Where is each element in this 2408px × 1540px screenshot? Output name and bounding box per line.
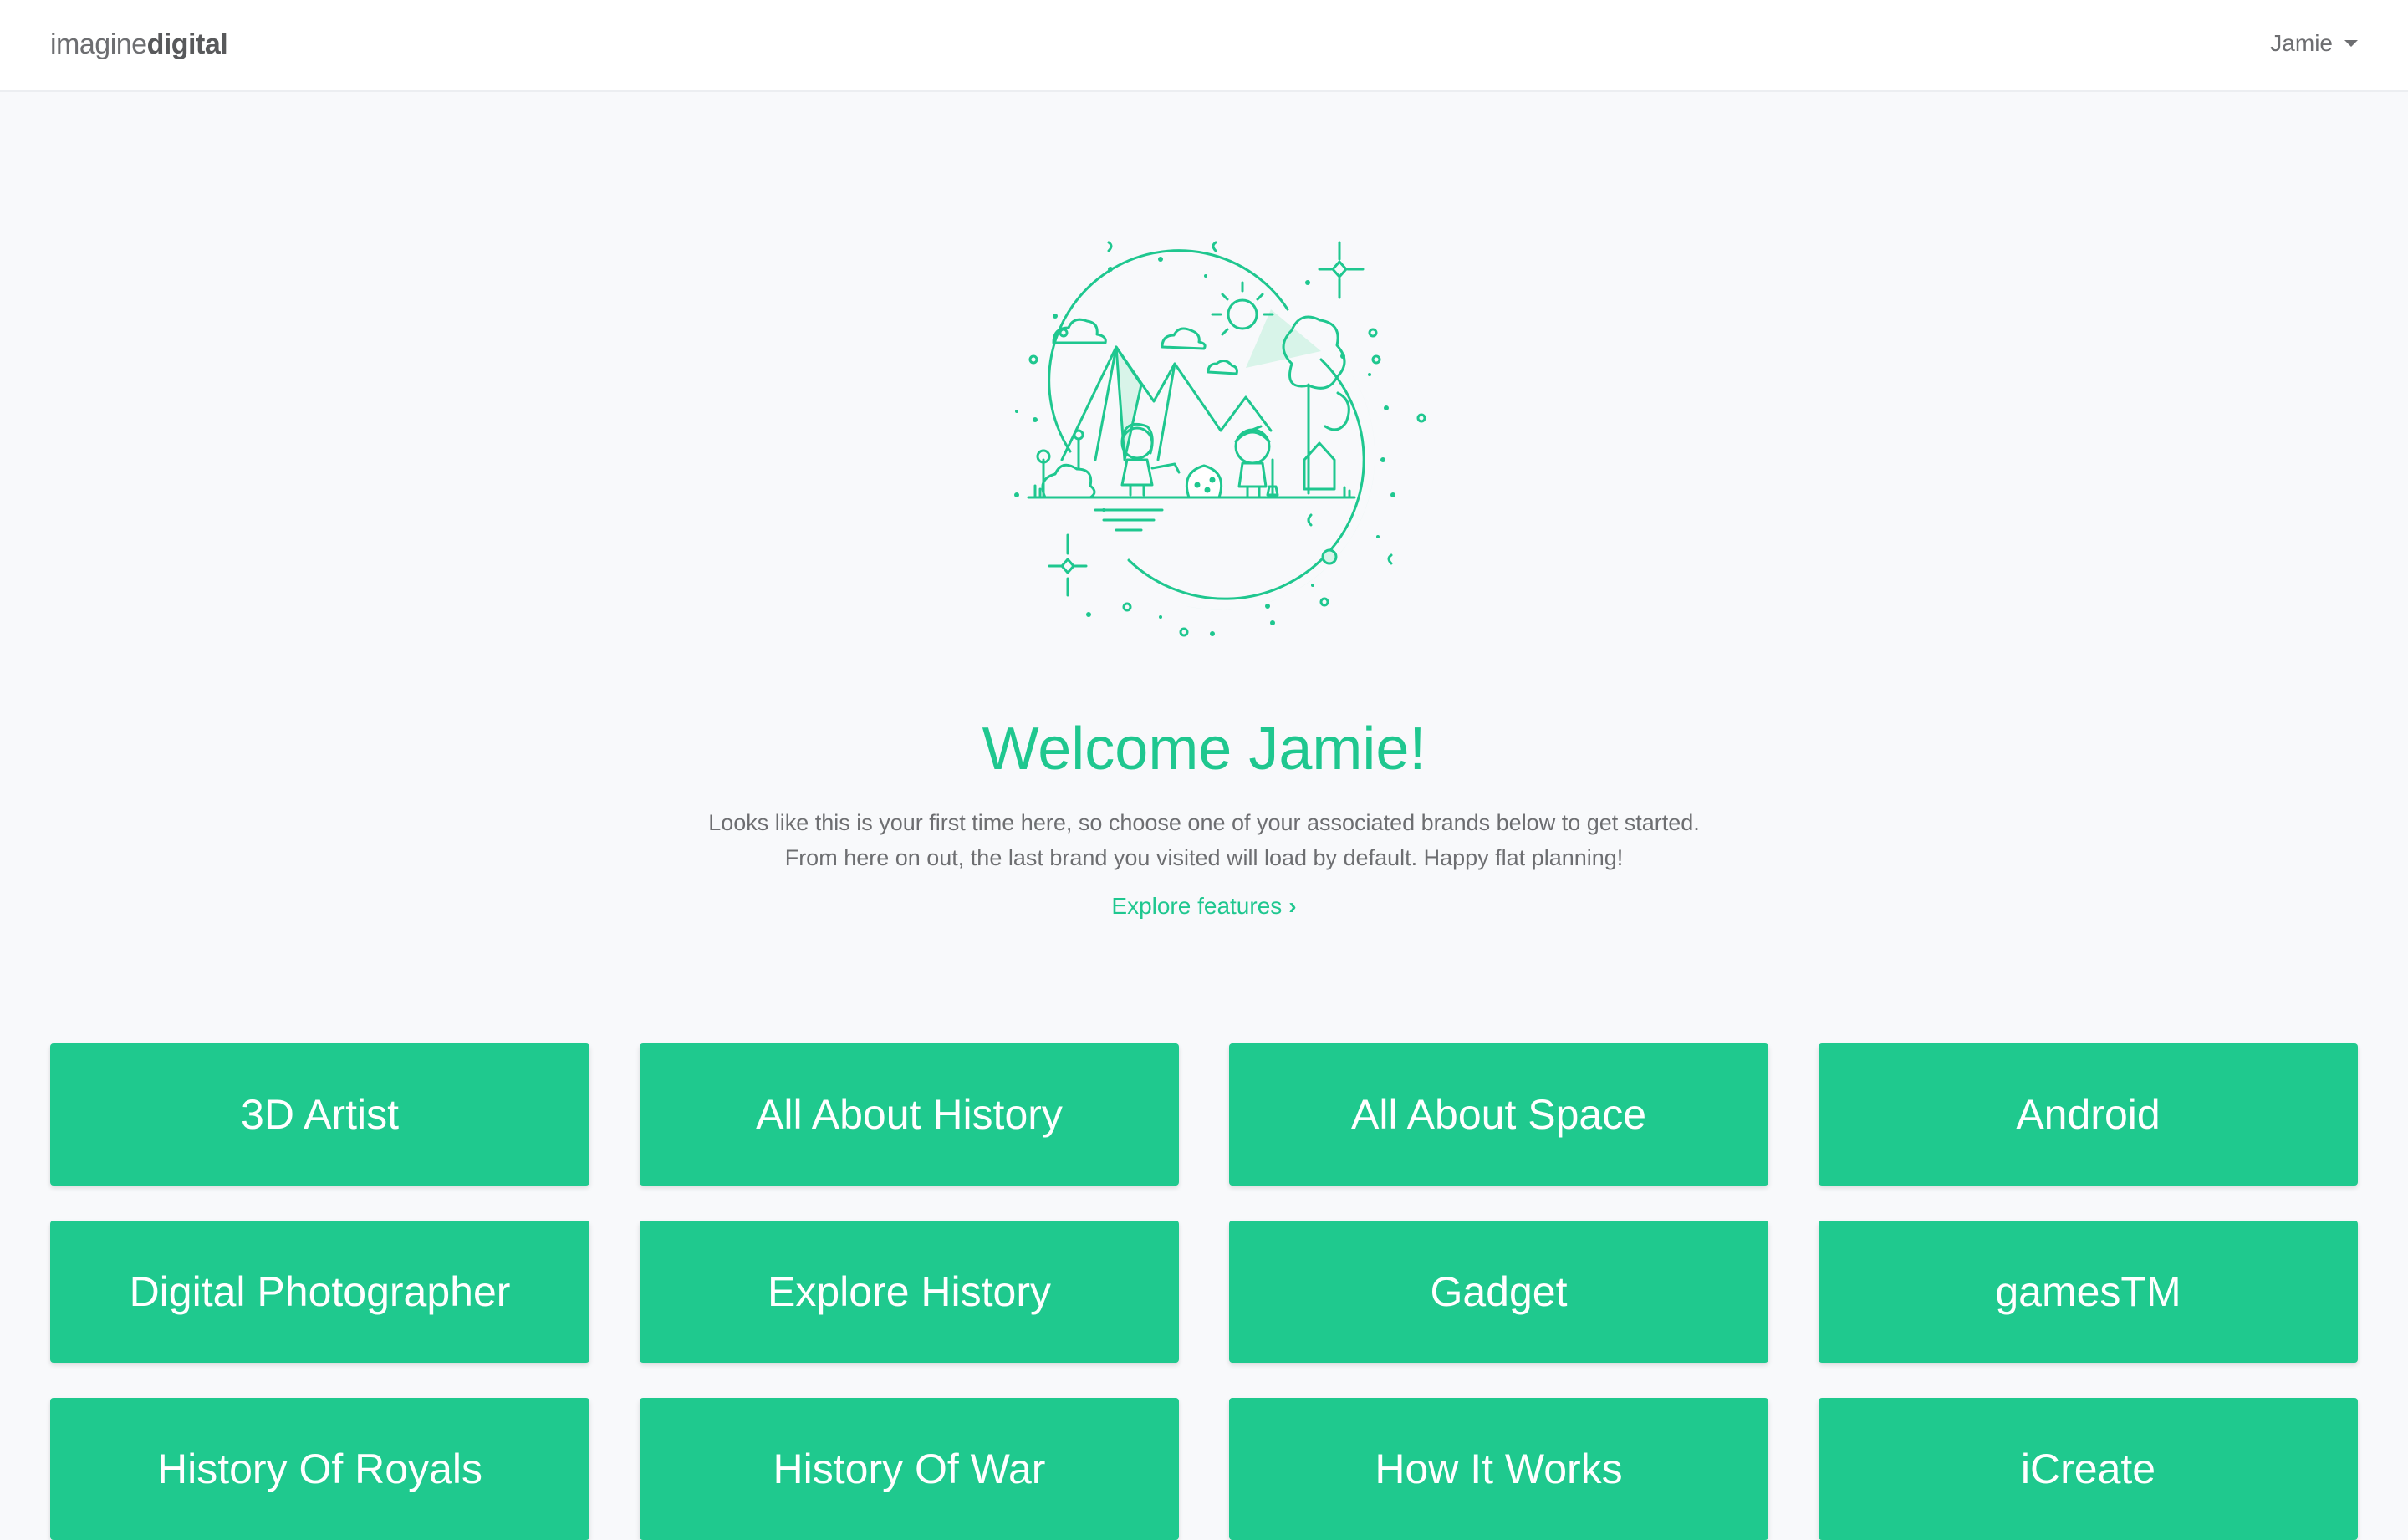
brand-tile[interactable]: History Of Royals [50, 1398, 589, 1540]
logo-bold-text: digital [146, 28, 228, 60]
brand-tile[interactable]: Digital Photographer [50, 1221, 589, 1363]
brand-tile[interactable]: History Of War [640, 1398, 1179, 1540]
brand-tile[interactable]: gamesTM [1819, 1221, 2358, 1363]
top-navbar: imaginedigital Jamie [0, 0, 2408, 92]
brand-tile[interactable]: iCreate [1819, 1398, 2358, 1540]
chevron-right-icon: › [1288, 893, 1297, 919]
explore-features-label: Explore features [1111, 893, 1283, 919]
welcome-description: Looks like this is your first time here,… [0, 805, 2408, 875]
user-name: Jamie [2270, 30, 2333, 56]
welcome-heading: Welcome Jamie! [982, 716, 1426, 783]
welcome-landscape-illustration [1014, 241, 1426, 637]
explore-features-link[interactable]: Explore features › [0, 893, 2408, 920]
brand-tile[interactable]: All About Space [1229, 1043, 1768, 1186]
user-menu-dropdown[interactable]: Jamie [2270, 30, 2358, 57]
imaginedigital-logo[interactable]: imaginedigital [50, 28, 228, 61]
welcome-description-line-2: From here on out, the last brand you vis… [784, 845, 1624, 870]
brand-tile[interactable]: All About History [640, 1043, 1179, 1186]
logo-light-text: imagine [50, 28, 147, 60]
brand-tile[interactable]: Explore History [640, 1221, 1179, 1363]
brand-tile[interactable]: Gadget [1229, 1221, 1768, 1363]
brand-tile[interactable]: How It Works [1229, 1398, 1768, 1540]
caret-down-icon [2344, 40, 2358, 47]
welcome-description-line-1: Looks like this is your first time here,… [708, 810, 1700, 835]
brand-grid: 3D Artist All About History All About Spac… [50, 1043, 2358, 1540]
brand-tile[interactable]: Android [1819, 1043, 2358, 1186]
brand-tile[interactable]: 3D Artist [50, 1043, 589, 1186]
